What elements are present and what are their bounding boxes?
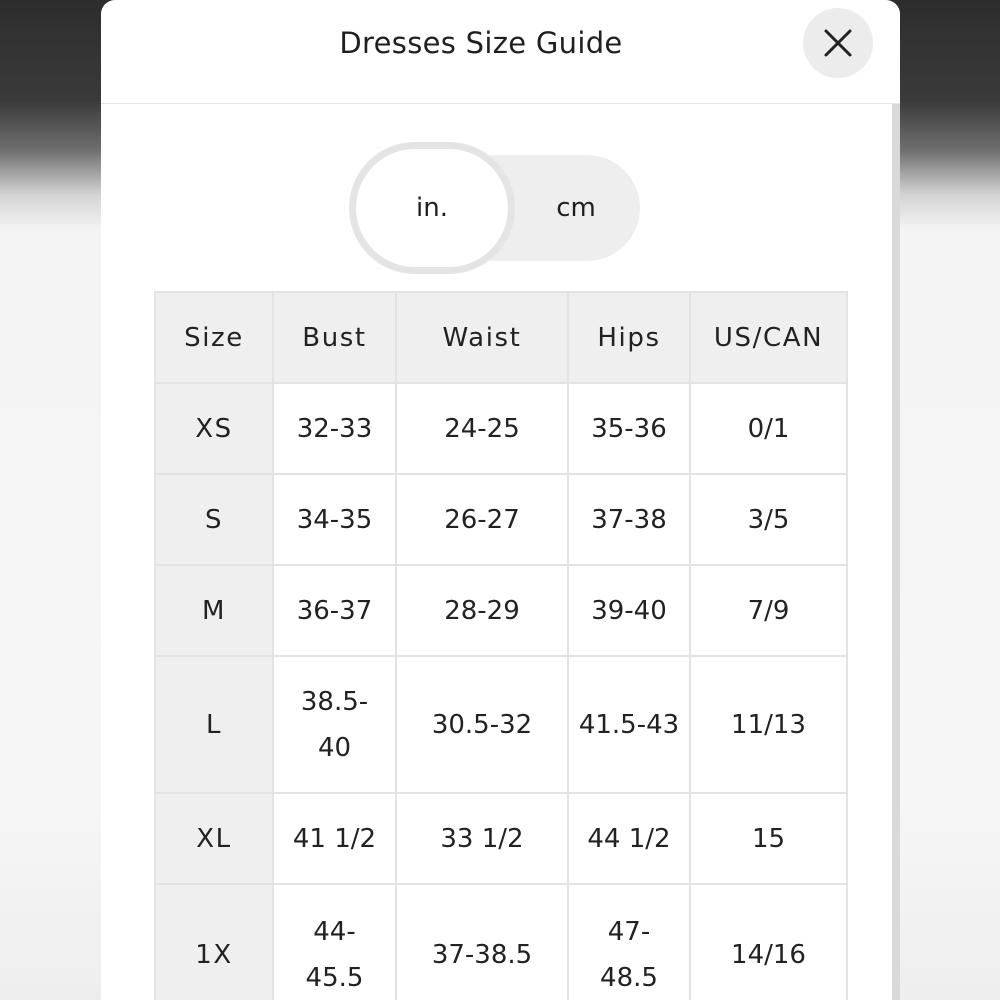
us-can-cell: 3/5 [689, 473, 848, 566]
table-row: XS 32-33 24-25 35-36 0/1 [154, 382, 848, 475]
hips-cell: 44 1/2 [567, 792, 691, 885]
scrollbar[interactable] [892, 104, 900, 1000]
close-icon [824, 29, 852, 57]
bust-cell: 34-35 [272, 473, 397, 566]
waist-cell: 24-25 [395, 382, 569, 475]
size-cell: XL [154, 792, 274, 885]
waist-cell: 30.5-32 [395, 655, 569, 794]
table-row: M 36-37 28-29 39-40 7/9 [154, 564, 848, 657]
table-row: L 38.5- 40 30.5-32 41.5-43 11/13 [154, 655, 848, 794]
waist-cell: 37-38.5 [395, 883, 569, 1000]
modal-title: Dresses Size Guide [339, 26, 623, 60]
table-row: 1X 44- 45.5 37-38.5 47- 48.5 14/16 [154, 883, 848, 1000]
hips-cell: 47- 48.5 [567, 883, 691, 1000]
table-header-row: Size Bust Waist Hips US/CAN [154, 291, 848, 384]
bust-cell: 32-33 [272, 382, 397, 475]
bust-cell: 41 1/2 [272, 792, 397, 885]
us-can-cell: 15 [689, 792, 848, 885]
size-cell: 1X [154, 883, 274, 1000]
size-cell: L [154, 655, 274, 794]
hips-cell: 39-40 [567, 564, 691, 657]
bust-cell: 44- 45.5 [272, 883, 397, 1000]
unit-option-cm[interactable]: cm [512, 155, 640, 261]
bust-cell: 38.5- 40 [272, 655, 397, 794]
close-button[interactable] [803, 8, 873, 78]
unit-option-in[interactable]: in. [356, 149, 508, 267]
modal-header: Dresses Size Guide [101, 0, 900, 104]
size-table: Size Bust Waist Hips US/CAN XS 32-33 24-… [154, 291, 848, 1000]
table-row: S 34-35 26-27 37-38 3/5 [154, 473, 848, 566]
waist-cell: 33 1/2 [395, 792, 569, 885]
size-cell: M [154, 564, 274, 657]
size-cell: XS [154, 382, 274, 475]
column-header-waist: Waist [395, 291, 569, 384]
column-header-us-can: US/CAN [689, 291, 848, 384]
table-row: XL 41 1/2 33 1/2 44 1/2 15 [154, 792, 848, 885]
column-header-hips: Hips [567, 291, 691, 384]
bust-cell: 36-37 [272, 564, 397, 657]
size-guide-modal: Dresses Size Guide in. cm Size Bust Wais… [101, 0, 900, 1000]
hips-cell: 37-38 [567, 473, 691, 566]
column-header-size: Size [154, 291, 274, 384]
us-can-cell: 11/13 [689, 655, 848, 794]
us-can-cell: 7/9 [689, 564, 848, 657]
column-header-bust: Bust [272, 291, 397, 384]
size-cell: S [154, 473, 274, 566]
waist-cell: 26-27 [395, 473, 569, 566]
waist-cell: 28-29 [395, 564, 569, 657]
us-can-cell: 0/1 [689, 382, 848, 475]
unit-toggle[interactable]: in. cm [352, 149, 640, 267]
hips-cell: 41.5-43 [567, 655, 691, 794]
hips-cell: 35-36 [567, 382, 691, 475]
us-can-cell: 14/16 [689, 883, 848, 1000]
